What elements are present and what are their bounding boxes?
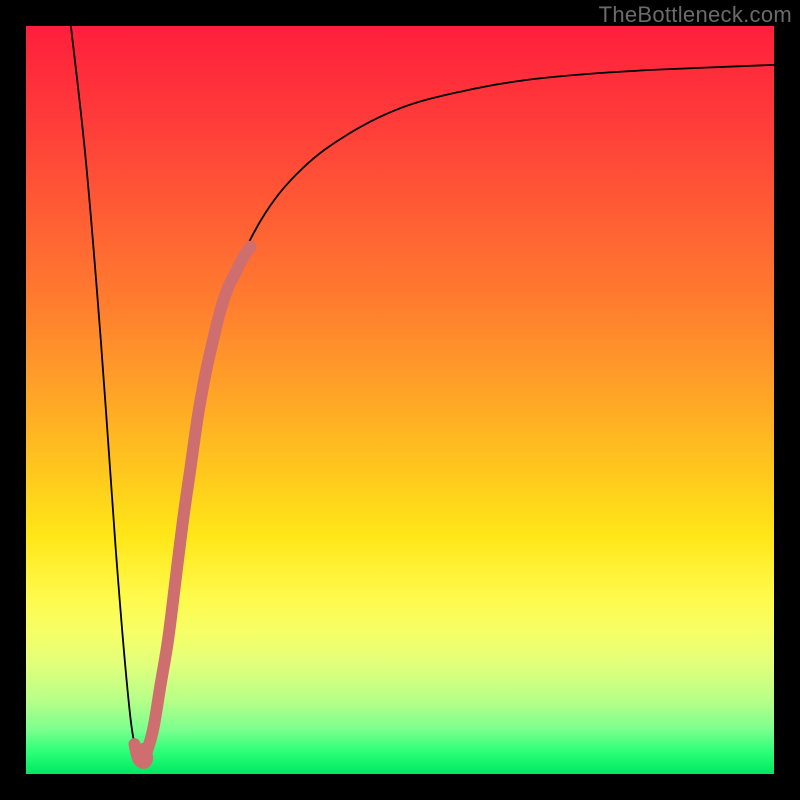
watermark-text: TheBottleneck.com bbox=[599, 2, 792, 28]
curve-layer bbox=[26, 26, 774, 774]
plot-area bbox=[26, 26, 774, 774]
your-config-range bbox=[146, 247, 251, 756]
bottleneck-curve bbox=[71, 26, 774, 760]
optimum-marker bbox=[134, 744, 147, 763]
chart-frame: TheBottleneck.com bbox=[0, 0, 800, 800]
